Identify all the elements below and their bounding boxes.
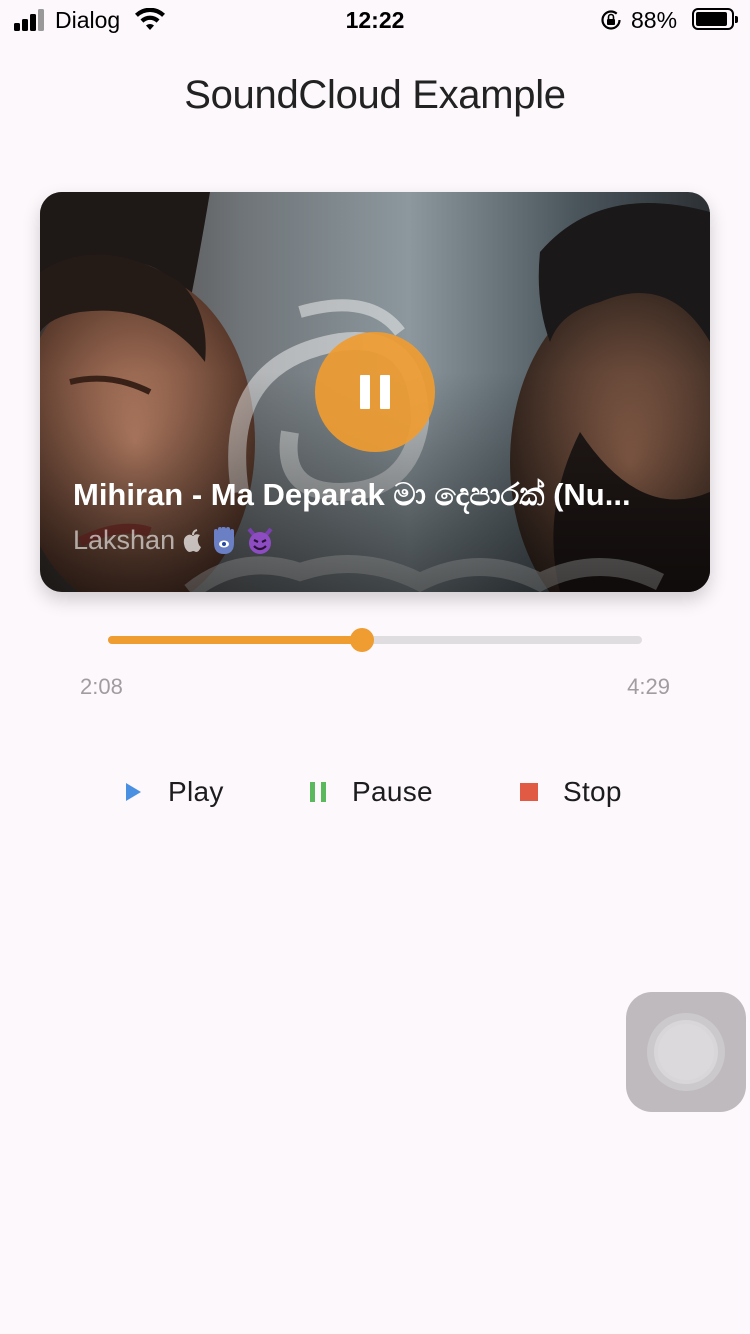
total-duration: 4:29 — [627, 674, 670, 699]
assistive-touch-button[interactable] — [626, 992, 746, 1112]
pause-toggle-button[interactable] — [315, 332, 435, 452]
pause-label: Pause — [352, 776, 433, 807]
orientation-lock-icon — [600, 9, 622, 36]
progress-slider[interactable] — [108, 628, 642, 652]
battery-percent: 88% — [631, 7, 678, 33]
screen: Dialog 12:22 88% SoundCloud Example Mihi… — [0, 0, 750, 1334]
track-title: Mihiran - Ma Deparak මා දෙපාරක් (Nu... — [73, 477, 631, 512]
pause-icon — [308, 782, 352, 802]
progress-fill — [108, 636, 363, 644]
artist-name: Lakshan — [73, 525, 176, 555]
page-title: SoundCloud Example — [184, 73, 566, 117]
progress-thumb[interactable] — [350, 628, 375, 652]
pause-button[interactable]: Pause — [308, 772, 433, 812]
stop-button[interactable]: Stop — [519, 772, 622, 812]
hamsa-hand-icon — [211, 526, 237, 555]
elapsed-time: 2:08 — [80, 674, 123, 699]
stop-label: Stop — [563, 776, 622, 807]
track-card[interactable]: Mihiran - Ma Deparak මා දෙපාරක් (Nu... L… — [40, 192, 710, 592]
status-bar: Dialog 12:22 88% — [0, 0, 750, 40]
stop-icon — [519, 782, 563, 802]
smiling-devil-icon — [245, 527, 275, 555]
pause-icon — [360, 375, 390, 409]
play-label: Play — [168, 776, 224, 807]
artist-row: Lakshan — [73, 525, 275, 556]
apple-icon — [183, 528, 203, 553]
play-icon — [124, 782, 168, 802]
battery-icon — [692, 8, 738, 30]
play-button[interactable]: Play — [124, 772, 224, 812]
